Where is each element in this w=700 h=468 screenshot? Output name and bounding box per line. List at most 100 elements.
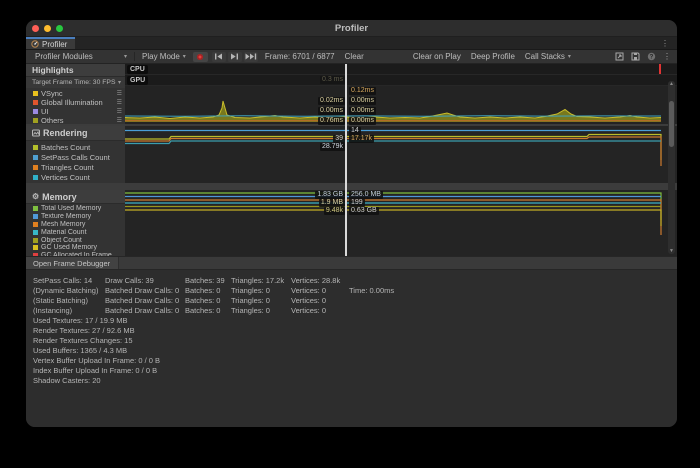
- legend-item[interactable]: Batches Count: [26, 142, 125, 152]
- legend-item[interactable]: UI☰: [26, 107, 125, 116]
- play-mode-dropdown[interactable]: Play Mode ▾: [137, 50, 191, 63]
- stat-cell: (Static Batching): [33, 296, 105, 305]
- scroll-down-icon[interactable]: ▼: [669, 248, 674, 254]
- stat-cell: (Dynamic Batching): [33, 286, 105, 295]
- module-memory: ⚙ Memory Total Used MemoryTexture Memory…: [26, 190, 125, 256]
- module-header-rendering[interactable]: Rendering: [26, 126, 125, 141]
- legend-label: Others: [41, 116, 114, 124]
- rendering-stats-pane: SetPass Calls: 14Draw Calls: 39Batches: …: [26, 270, 677, 427]
- stat-cell: Triangles: 0: [231, 306, 291, 315]
- highlights-area-series: [125, 64, 676, 124]
- legend-color-swatch: [33, 165, 38, 170]
- stat-cell: Batched Draw Calls: 0: [105, 306, 185, 315]
- load-profile-icon[interactable]: [615, 52, 624, 61]
- charts-area: Highlights Target Frame Time: 30 FPS ▾ V…: [26, 64, 677, 256]
- frame-value-label: 199: [349, 199, 365, 207]
- module-header-memory[interactable]: ⚙ Memory: [26, 190, 125, 204]
- stat-cell: Batched Draw Calls: 0: [105, 286, 185, 295]
- frame-value-label: 9.48k: [324, 207, 345, 215]
- tab-profiler[interactable]: Profiler: [26, 37, 75, 49]
- current-frame-button[interactable]: [244, 52, 258, 62]
- title-bar[interactable]: Profiler: [26, 20, 677, 37]
- drag-handle-icon[interactable]: ☰: [117, 91, 122, 97]
- stat-cell: Batches: 0: [185, 296, 231, 305]
- tab-bar-menu-icon[interactable]: ⋮: [661, 37, 669, 49]
- legend-item[interactable]: Material Count: [26, 228, 125, 236]
- frame-value-label: 39: [333, 135, 345, 143]
- module-title: Highlights: [32, 65, 74, 75]
- clear-button[interactable]: Clear: [340, 50, 369, 63]
- profiler-modules-label: Profiler Modules: [35, 52, 93, 61]
- play-mode-label: Play Mode: [142, 52, 180, 61]
- memory-chart[interactable]: [125, 190, 677, 256]
- legend-label: Vertices Count: [41, 173, 122, 182]
- frame-value-label: 256.0 MB: [349, 191, 383, 199]
- memory-icon: ⚙: [32, 193, 39, 201]
- chart-plots[interactable]: CPU GPU: [125, 64, 677, 256]
- legend-label: Batches Count: [41, 143, 122, 152]
- rendering-chart[interactable]: [125, 126, 677, 183]
- deep-profile-toggle[interactable]: Deep Profile: [466, 50, 520, 63]
- module-header-highlights[interactable]: Highlights: [26, 64, 125, 77]
- stat-line: Used Buffers: 1365 / 4.3 MB: [33, 346, 677, 355]
- legend-color-swatch: [33, 222, 38, 227]
- legend-item[interactable]: Mesh Memory: [26, 221, 125, 229]
- open-frame-debugger-button[interactable]: Open Frame Debugger: [26, 257, 119, 269]
- stat-cell: Batches: 0: [185, 306, 231, 315]
- stat-cell: Vertices: 0: [291, 286, 349, 295]
- next-frame-button[interactable]: [228, 52, 242, 62]
- target-frame-time-dropdown[interactable]: Target Frame Time: 30 FPS ▾: [26, 77, 125, 88]
- legend-item[interactable]: SetPass Calls Count: [26, 152, 125, 162]
- clear-on-play-toggle[interactable]: Clear on Play: [408, 50, 466, 63]
- drag-handle-icon[interactable]: ☰: [117, 109, 122, 115]
- drag-handle-icon[interactable]: ☰: [117, 118, 122, 124]
- legend-item[interactable]: Vertices Count: [26, 172, 125, 182]
- record-button[interactable]: [193, 52, 208, 62]
- tab-profiler-label: Profiler: [42, 40, 67, 49]
- rendering-icon: [32, 129, 40, 137]
- chevron-down-icon: ▾: [183, 54, 186, 60]
- frame-value-label: 28.79k: [320, 143, 345, 151]
- legend-item[interactable]: Total Used Memory: [26, 205, 125, 213]
- legend-item[interactable]: Triangles Count: [26, 162, 125, 172]
- stat-cell: Batches: 39: [185, 276, 231, 285]
- frame-value-label: 0.00ms: [318, 107, 345, 115]
- call-stacks-dropdown[interactable]: Call Stacks ▾: [520, 50, 576, 63]
- selected-frame-line[interactable]: [345, 64, 347, 256]
- legend-color-swatch: [33, 175, 38, 180]
- charts-scrollbar[interactable]: ▲ ▼: [668, 81, 675, 254]
- legend-item[interactable]: Object Count: [26, 236, 125, 244]
- profiler-modules-dropdown[interactable]: Profiler Modules ▾: [30, 50, 132, 63]
- legend-item[interactable]: Texture Memory: [26, 213, 125, 221]
- save-profile-icon[interactable]: [631, 52, 640, 61]
- legend-color-swatch: [33, 214, 38, 219]
- svg-text:?: ?: [650, 55, 654, 61]
- frame-value-label: 0.00ms: [349, 97, 376, 105]
- stat-cell: [349, 276, 677, 285]
- stat-line: Vertex Buffer Upload In Frame: 0 / 0 B: [33, 356, 677, 365]
- legend-item[interactable]: Global Illumination☰: [26, 98, 125, 107]
- stat-cell: [349, 306, 677, 315]
- scroll-up-icon[interactable]: ▲: [669, 81, 674, 87]
- frame-value-label: 0.12ms: [349, 87, 376, 95]
- record-icon: [197, 54, 203, 60]
- memory-series: [125, 190, 676, 256]
- chart-gap: [125, 183, 677, 190]
- stat-cell: Batched Draw Calls: 0: [105, 296, 185, 305]
- legend-item[interactable]: Others☰: [26, 116, 125, 124]
- highlights-chart[interactable]: CPU GPU: [125, 64, 677, 124]
- stat-line: Index Buffer Upload In Frame: 0 / 0 B: [33, 366, 677, 375]
- frame-value-label: 0.02ms: [318, 97, 345, 105]
- legend-item[interactable]: GC Used Memory: [26, 244, 125, 252]
- scrollbar-thumb[interactable]: [669, 101, 674, 147]
- legend-label: Material Count: [41, 229, 122, 236]
- help-icon[interactable]: ?: [647, 52, 656, 61]
- legend-item[interactable]: VSync☰: [26, 89, 125, 98]
- stats-lines: Used Textures: 17 / 19.9 MBRender Textur…: [33, 316, 677, 385]
- legend-color-swatch: [33, 230, 38, 235]
- module-title: Rendering: [43, 128, 88, 138]
- details-toolbar: Open Frame Debugger: [26, 256, 677, 270]
- drag-handle-icon[interactable]: ☰: [117, 100, 122, 106]
- profiler-gauge-icon: [31, 40, 39, 48]
- previous-frame-button[interactable]: [212, 52, 226, 62]
